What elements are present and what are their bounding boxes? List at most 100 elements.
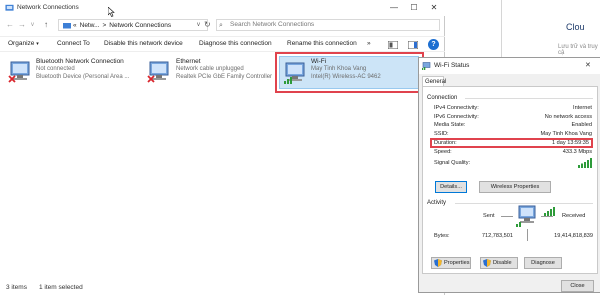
network-folder-icon [5,4,14,11]
adapter-device: Realtek PCIe GbE Family Controller [176,74,273,80]
search-placeholder: Search Network Connections [230,21,315,28]
sent-label: Sent [483,213,495,219]
adapter-status: May Tinh Khoa Vang [311,66,367,72]
address-path[interactable]: « Netw... > Network Connections [58,19,208,31]
bytes-sent: 712,783,501 [481,233,513,239]
wifi-adapter-icon [422,62,431,70]
adapter-text: Bluetooth Network Connection Not connect… [36,58,129,81]
address-dropdown-icon[interactable]: v [197,22,200,28]
disable-label: Disable [493,260,512,266]
view-options-icon[interactable] [388,41,398,49]
field-key: SSID: [434,130,449,137]
adapter-device: Bluetooth Device (Personal Area ... [36,74,130,80]
bytes-received: 19,414,818,839 [554,233,593,239]
field-row: SSID: May Tinh Khoa Vang [434,130,592,139]
field-row: Signal Quality: [434,157,592,170]
item-count: 3 items [6,284,27,291]
adapter-name: Bluetooth Network Connection [36,58,124,65]
shield-icon [434,259,442,267]
back-arrow-icon[interactable]: ← [6,20,14,29]
error-x-icon [147,75,155,83]
forward-arrow-icon[interactable]: → [18,20,26,29]
field-row: Speed: 433.3 Mbps [434,148,592,157]
wifi-status-dialog: Wi-Fi Status ✕ General Connection IPv4 C… [418,57,600,293]
bytes-label: Bytes: [434,233,450,239]
field-value: Internet [573,105,592,112]
field-value: No network access [544,113,592,120]
dialog-title-bar: Wi-Fi Status ✕ [419,58,600,74]
adapter-text: Ethernet Network cable unplugged Realtek… [176,58,272,81]
connection-group-label: Connection [427,95,458,101]
disable-button[interactable]: Disable [480,257,518,269]
breadcrumb-segment[interactable]: Netw... [80,22,100,29]
status-bar: 3 items 1 item selected [0,283,445,295]
title-bar: Network Connections — ☐ ✕ [0,0,445,16]
field-key: Media State: [434,122,466,129]
divider [541,216,553,217]
disable-device-button[interactable]: Disable this network device [104,40,183,47]
field-key: IPv6 Connectivity: [434,113,479,120]
field-value: Enabled [571,122,592,129]
breadcrumb-separator-icon: > [102,21,107,29]
error-x-icon [8,75,16,83]
diagnose-button[interactable]: Diagnose [524,257,562,269]
dialog-title: Wi-Fi Status [434,62,470,69]
dialog-close-icon[interactable]: ✕ [585,61,591,69]
divider [465,98,593,99]
adapter-wifi[interactable]: Wi-Fi May Tinh Khoa Vang Intel(R) Wirele… [279,56,419,89]
field-value: May Tinh Khoa Vang [540,130,592,137]
adapters-list: Bluetooth Network Connection Not connect… [0,52,445,281]
close-window-button[interactable]: ✕ [422,0,446,16]
mouse-cursor-icon [108,7,115,17]
signal-quality-label: Signal Quality: [434,160,471,166]
shield-icon [483,259,491,267]
properties-button[interactable]: Properties [431,257,471,269]
field-key: Speed: [434,149,452,156]
field-row: IPv6 Connectivity: No network access [434,113,592,122]
divider [501,0,502,57]
connect-to-button[interactable]: Connect To [57,40,90,47]
adapter-name: Wi-Fi [311,58,327,65]
adapter-text: Wi-Fi May Tinh Khoa Vang Intel(R) Wirele… [311,58,381,81]
close-button[interactable]: Close [561,280,594,292]
field-row: IPv4 Connectivity: Internet [434,104,592,113]
command-bar: Organize ▾ Connect To Disable this netwo… [0,36,445,52]
preview-pane-icon[interactable] [408,41,418,49]
signal-strength-icon [578,158,592,168]
received-label: Received [562,213,586,219]
field-value: 1 day 13:59:35 [551,140,589,146]
divider [527,229,528,241]
selection-count: 1 item selected [39,284,83,291]
adapter-bluetooth[interactable]: Bluetooth Network Connection Not connect… [6,57,146,89]
organize-button[interactable]: Organize ▾ [8,40,39,47]
adapter-device: Intel(R) Wireless-AC 9462 [311,74,381,80]
network-folder-icon [63,22,71,28]
details-button[interactable]: Details... [435,181,467,193]
connection-details: IPv4 Connectivity: Internet IPv6 Connect… [430,104,593,170]
wireless-properties-button[interactable]: Wireless Properties [479,181,551,193]
properties-label: Properties [444,260,470,266]
breadcrumb-segment[interactable]: Network Connections [109,22,171,29]
adapter-name: Ethernet [176,58,201,65]
chevron-down-icon[interactable]: v [31,22,34,28]
more-commands-button[interactable]: » [367,40,371,47]
wifi-adapter-icon [284,62,305,84]
chevron-down-icon: ▾ [36,41,39,47]
app-subtitle: Lưu trữ và truy cậ [558,44,598,56]
general-tab-panel: Connection IPv4 Connectivity: Internet I… [422,86,598,274]
path-overflow-icon[interactable]: « [73,22,77,29]
refresh-icon[interactable]: ↻ [204,20,211,29]
background-app: Clou Lưu trữ và truy cậ [446,0,600,57]
search-icon: ⌕ [219,22,223,29]
diagnose-button[interactable]: Diagnose this connection [199,40,272,47]
adapter-status: Not connected [36,66,75,72]
address-bar: ← → v ↑ « Netw... > Network Connections … [0,17,445,33]
rename-button[interactable]: Rename this connection [287,40,357,47]
help-button[interactable]: ? [428,39,439,50]
up-arrow-icon[interactable]: ↑ [44,20,48,29]
search-input[interactable]: ⌕ Search Network Connections [216,19,440,31]
window-title: Network Connections [17,4,79,11]
organize-label: Organize [8,40,35,47]
divider [501,216,513,217]
adapter-ethernet[interactable]: Ethernet Network cable unplugged Realtek… [145,57,280,89]
